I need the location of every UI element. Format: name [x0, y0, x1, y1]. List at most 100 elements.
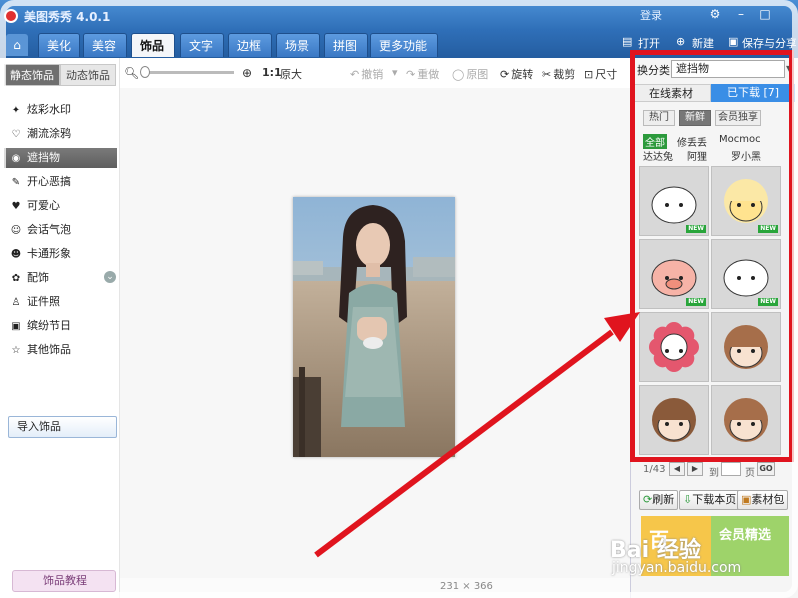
crop-button[interactable]: 裁剪 [553, 68, 575, 81]
page-unit-label: 页 [745, 468, 755, 479]
category-label: 配饰 [27, 271, 49, 284]
tab-collage[interactable]: 拼图 [324, 33, 368, 57]
settings-icon[interactable]: ⚙ [706, 6, 724, 22]
package-icon: ▣ [741, 493, 752, 506]
category-item[interactable]: ✦ 炫彩水印 [10, 100, 118, 120]
new-icon[interactable]: ⊕ [676, 35, 685, 48]
go-button[interactable]: GO [757, 462, 775, 476]
tab-static-accessories[interactable]: 静态饰品 [4, 64, 60, 86]
tab-animated-accessories[interactable]: 动态饰品 [60, 64, 116, 86]
category-item[interactable]: ♙ 证件照 [10, 292, 118, 312]
app-title: 美图秀秀 4.0.1 [24, 10, 111, 24]
crop-icon: ✂ [542, 68, 552, 81]
category-label: 会话气泡 [27, 223, 71, 236]
import-accessory-button[interactable]: 导入饰品 [8, 416, 117, 438]
category-icon: ▣ [11, 321, 21, 332]
category-label: 可爱心 [27, 199, 60, 212]
category-label: 炫彩水印 [27, 103, 71, 116]
original-size-button[interactable]: 原大 [280, 66, 302, 82]
zoom-slider-knob[interactable] [140, 66, 150, 78]
category-icon: ◉ [11, 153, 21, 164]
resize-icon: ⊡ [584, 68, 594, 81]
category-icon: ✦ [11, 105, 21, 116]
new-button[interactable]: 新建 [692, 35, 714, 51]
category-label: 缤纷节日 [27, 319, 71, 332]
rotate-icon: ⟳ [500, 68, 510, 81]
accessory-category-panel: 静态饰品 动态饰品 ✦ 炫彩水印 ♡ 潮流涂鸦 ◉ 遮挡物 ✎ 开心恶搞 ♥ 可爱心 ☺ 会话气泡 ☻ 卡… [0, 58, 120, 598]
title-bar: 美图秀秀 4.0.1 登录 ⚙ – □ [0, 0, 798, 30]
category-item[interactable]: ▣ 缤纷节日 [10, 316, 118, 336]
next-page-icon[interactable]: ▶ [687, 462, 703, 476]
category-item[interactable]: ♡ 潮流涂鸦 [10, 124, 118, 144]
tab-makeup[interactable]: 美容 [83, 33, 127, 57]
save-share-button[interactable]: 保存与分享 [742, 35, 796, 51]
tab-text[interactable]: 文字 [180, 33, 224, 57]
status-bar: 231 × 366 [120, 578, 630, 598]
photo-canvas [120, 88, 630, 578]
category-icon: ☆ [11, 345, 21, 356]
goto-label: 到 [709, 468, 719, 479]
prev-page-icon[interactable]: ◀ [669, 462, 685, 476]
category-item[interactable]: ☺ 会话气泡 [10, 220, 118, 240]
category-item[interactable]: ☻ 卡通形象 [10, 244, 118, 264]
zoom-in-icon[interactable]: ⊕ [242, 66, 252, 80]
zoom-out-icon[interactable]: 🔍︎ [124, 66, 139, 80]
undo-icon: ↶ [350, 68, 360, 81]
category-item[interactable]: ◉ 遮挡物 [4, 148, 117, 168]
category-item[interactable]: ♥ 可爱心 [10, 196, 118, 216]
expand-icon[interactable]: ⌄ [104, 271, 116, 283]
edited-photo[interactable] [293, 197, 455, 457]
maximize-icon[interactable]: □ [756, 6, 774, 22]
baidu-watermark-url: jingyan.baidu.com [612, 560, 742, 576]
tab-beautify[interactable]: 美化 [38, 33, 80, 57]
zoom-slider[interactable] [140, 66, 234, 78]
highlight-box [630, 50, 794, 462]
tab-accessories[interactable]: 饰品 [131, 33, 175, 57]
category-icon: ✎ [11, 177, 21, 188]
home-icon[interactable]: ⌂ [6, 34, 28, 56]
category-label: 卡通形象 [27, 247, 71, 260]
tab-scene[interactable]: 场景 [276, 33, 320, 57]
category-label: 证件照 [27, 295, 60, 308]
ratio-label[interactable]: 1:1 [262, 66, 282, 79]
category-icon: ♙ [11, 297, 21, 308]
category-label: 潮流涂鸦 [27, 127, 71, 140]
category-label: 遮挡物 [27, 151, 60, 164]
category-item[interactable]: ✿ 配饰 ⌄ [10, 268, 118, 288]
minimize-icon[interactable]: – [732, 6, 750, 22]
download-page-button[interactable]: ⇩下载本页 [679, 490, 741, 510]
open-icon[interactable]: ▤ [622, 35, 632, 48]
login-link[interactable]: 登录 [640, 7, 662, 23]
open-button[interactable]: 打开 [638, 35, 660, 51]
undo-dropdown-icon[interactable]: ▾ [392, 66, 398, 79]
accessory-tutorial-button[interactable]: 饰品教程 [12, 570, 116, 592]
size-button[interactable]: 尺寸 [595, 68, 617, 81]
page-number-input[interactable] [721, 462, 741, 476]
app-logo-icon [4, 9, 18, 23]
category-icon: ♡ [11, 129, 21, 140]
redo-button[interactable]: 重做 [417, 68, 439, 81]
refresh-button[interactable]: ⟳刷新 [639, 490, 679, 510]
tab-more-features[interactable]: 更多功能 ▾ [370, 33, 438, 77]
category-icon: ♥ [11, 201, 21, 212]
save-icon[interactable]: ▣ [728, 35, 738, 48]
category-label: 其他饰品 [27, 343, 71, 356]
refresh-icon: ⟳ [643, 493, 653, 506]
category-icon: ✿ [11, 273, 21, 284]
tab-border[interactable]: 边框 [228, 33, 272, 57]
undo-button[interactable]: 撤销 [361, 68, 383, 81]
reset-button[interactable]: 原图 [466, 68, 488, 81]
category-item[interactable]: ☆ 其他饰品 [10, 340, 118, 360]
category-label: 开心恶搞 [27, 175, 71, 188]
image-dimensions: 231 × 366 [440, 581, 493, 592]
edit-toolbar: 🔍︎ ⊕ 1:1 原大 ↶ 撤销 ▾ ↷ 重做 ◯ 原图 ⟳ 旋转 ✂ 裁剪 ⊡ 尺寸 [120, 58, 630, 88]
download-icon: ⇩ [683, 493, 693, 506]
category-icon: ☺ [10, 225, 22, 236]
rotate-button[interactable]: 旋转 [511, 68, 533, 81]
reset-icon: ◯ [452, 68, 465, 81]
category-icon: ☻ [10, 249, 22, 260]
category-item[interactable]: ✎ 开心恶搞 [10, 172, 118, 192]
material-pack-button[interactable]: ▣素材包 [737, 490, 789, 510]
redo-icon: ↷ [406, 68, 416, 81]
page-indicator: 1/43 [643, 464, 666, 475]
